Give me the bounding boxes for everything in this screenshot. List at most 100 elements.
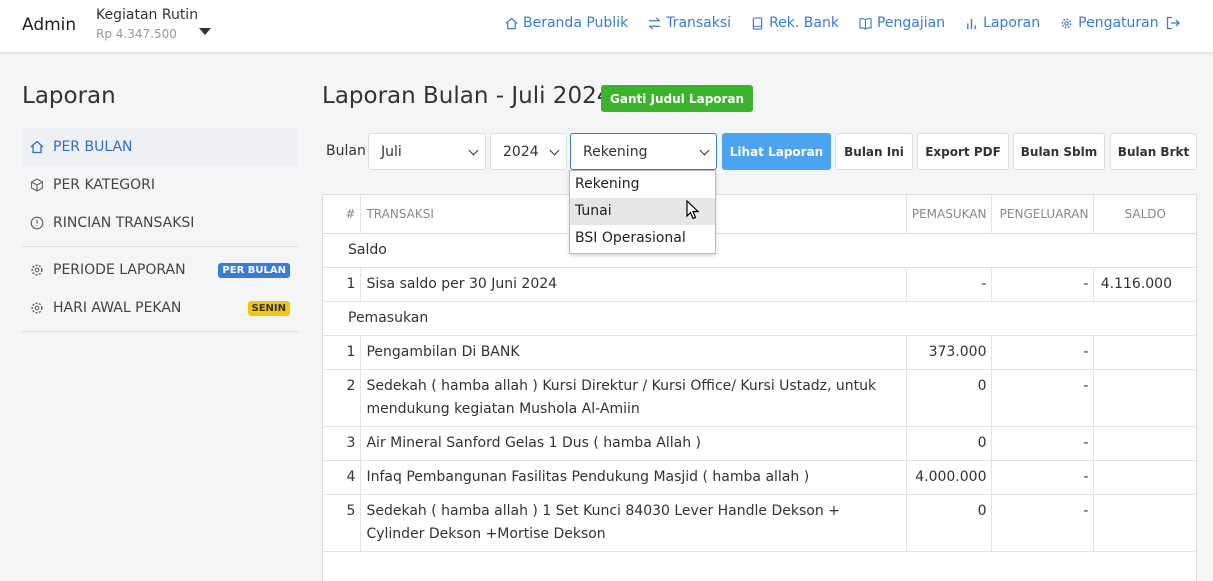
- row-balance: [1093, 335, 1196, 370]
- mouse-cursor-icon: [686, 200, 700, 220]
- section-row: Pemasukan: [323, 301, 1196, 336]
- row-income: 4.000.000: [906, 460, 993, 495]
- previous-month-button[interactable]: Bulan Sblm: [1013, 133, 1105, 170]
- account-balance: Rp 4.347.500: [96, 27, 177, 41]
- sidebar-item-label: HARI AWAL PEKAN: [53, 300, 182, 316]
- nav-link-label: Pengajian: [876, 15, 946, 31]
- nav-laporan[interactable]: Laporan: [965, 15, 1040, 31]
- sidebar-item-label: RINCIAN TRANSAKSI: [53, 215, 195, 231]
- logout-icon[interactable]: [1166, 16, 1180, 30]
- column-header-saldo: SALDO: [1093, 195, 1196, 234]
- table-row: 5 Sedekah ( hamba allah ) 1 Set Kunci 84…: [323, 494, 1196, 552]
- year-select-value: 2024: [503, 143, 539, 160]
- sidebar-item-periode-laporan[interactable]: PERIODE LAPORAN PER BULAN: [22, 251, 298, 289]
- row-expense: -: [991, 426, 1095, 461]
- row-description: Sedekah ( hamba allah ) Kursi Direktur /…: [360, 369, 907, 427]
- row-number: 1: [323, 335, 362, 370]
- account-select[interactable]: Rekening: [570, 133, 717, 170]
- row-description: Sedekah ( hamba allah ) 1 Set Kunci 8403…: [360, 494, 907, 552]
- row-balance: 4.116.000: [1093, 267, 1196, 302]
- table-header-row: # TRANSAKSI PEMASUKAN PENGELUARAN SALDO: [323, 195, 1196, 234]
- row-expense: -: [991, 369, 1095, 427]
- sidebar-item-label: PER BULAN: [53, 139, 133, 155]
- nav-link-label: Rek. Bank: [769, 15, 839, 31]
- account-select-value: Rekening: [583, 143, 648, 160]
- clock-icon: [30, 216, 44, 230]
- sidebar-item-per-kategori[interactable]: PER KATEGORI: [22, 166, 298, 204]
- nav-transaksi[interactable]: Transaksi: [648, 15, 731, 31]
- account-switcher[interactable]: Kegiatan Rutin Rp 4.347.500: [96, 7, 198, 41]
- section-title: Saldo: [323, 233, 1196, 268]
- open-book-icon: [859, 17, 872, 30]
- nav-link-label: Beranda Publik: [523, 15, 629, 31]
- row-income: 373.000: [906, 335, 993, 370]
- gear-icon: [31, 264, 43, 276]
- column-header-pengeluaran: PENGELUARAN: [991, 195, 1095, 234]
- filter-label: Bulan: [326, 143, 366, 159]
- table-row: 3 Air Mineral Sanford Gelas 1 Dus ( hamb…: [323, 426, 1196, 461]
- year-select[interactable]: 2024: [490, 133, 567, 170]
- sidebar-divider: [22, 246, 298, 247]
- brand-label[interactable]: Admin: [22, 15, 76, 35]
- month-select[interactable]: Juli: [368, 133, 486, 170]
- sidebar-item-hari-awal-pekan[interactable]: HARI AWAL PEKAN SENIN: [22, 289, 298, 327]
- row-expense: -: [991, 335, 1095, 370]
- caret-down-icon[interactable]: [199, 28, 211, 35]
- section-row: Saldo: [323, 233, 1196, 268]
- row-balance: [1093, 369, 1196, 427]
- row-balance: [1093, 460, 1196, 495]
- row-income: 0: [906, 494, 993, 552]
- week-start-badge: SENIN: [247, 300, 290, 316]
- chevron-down-icon: [549, 145, 560, 156]
- sidebar-divider: [22, 331, 298, 332]
- bar-chart-icon: [967, 18, 977, 29]
- nav-beranda-publik[interactable]: Beranda Publik: [505, 15, 628, 31]
- sidebar-item-per-bulan[interactable]: PER BULAN: [22, 128, 298, 166]
- nav-pengaturan[interactable]: Pengaturan: [1060, 15, 1159, 31]
- row-number: 3: [323, 426, 362, 461]
- row-description: Sisa saldo per 30 Juni 2024: [360, 267, 907, 302]
- month-select-value: Juli: [381, 143, 402, 160]
- table-row: 2 Sedekah ( hamba allah ) Kursi Direktur…: [323, 369, 1196, 427]
- this-month-button[interactable]: Bulan Ini: [835, 133, 913, 170]
- row-income: 0: [906, 369, 993, 427]
- rename-report-button[interactable]: Ganti Judul Laporan: [601, 85, 754, 112]
- gear-icon: [1061, 18, 1072, 28]
- account-name: Kegiatan Rutin: [96, 7, 199, 23]
- row-description: Pengambilan Di BANK: [360, 335, 907, 370]
- page-title: Laporan Bulan - Juli 2024: [322, 83, 612, 109]
- row-income: 0: [906, 426, 993, 461]
- sidebar-item-rincian-transaksi[interactable]: RINCIAN TRANSAKSI: [22, 204, 298, 242]
- section-title: Pemasukan: [323, 301, 1196, 336]
- column-header-no: #: [323, 195, 362, 234]
- row-expense: -: [991, 267, 1095, 302]
- table-row: 1 Sisa saldo per 30 Juni 2024 - - 4.116.…: [323, 267, 1196, 302]
- export-pdf-button[interactable]: Export PDF: [917, 133, 1009, 170]
- row-number: 4: [323, 460, 362, 495]
- table-row: 4 Infaq Pembangunan Fasilitas Pendukung …: [323, 460, 1196, 495]
- next-month-button[interactable]: Bulan Brkt: [1110, 133, 1197, 170]
- nav-rek-bank[interactable]: Rek. Bank: [751, 15, 839, 31]
- sidebar-item-label: PERIODE LAPORAN: [53, 262, 186, 278]
- row-number: 1: [323, 267, 362, 302]
- nav-link-label: Laporan: [983, 15, 1041, 31]
- row-expense: -: [991, 494, 1095, 552]
- nav-pengajian[interactable]: Pengajian: [859, 15, 945, 31]
- account-option-rekening[interactable]: Rekening: [570, 171, 715, 198]
- row-number: 5: [323, 494, 362, 552]
- row-income: -: [906, 267, 993, 302]
- home-icon: [505, 17, 518, 29]
- table-row: 1 Pengambilan Di BANK 373.000 -: [323, 335, 1196, 370]
- book-icon: [752, 16, 763, 30]
- nav-link-label: Transaksi: [666, 15, 732, 31]
- report-table: # TRANSAKSI PEMASUKAN PENGELUARAN SALDO …: [323, 195, 1196, 581]
- row-expense: -: [991, 460, 1095, 495]
- exchange-icon: [648, 17, 661, 29]
- row-description: Infaq Pembangunan Fasilitas Pendukung Ma…: [360, 460, 907, 495]
- account-option-bsi-operasional[interactable]: BSI Operasional: [570, 225, 715, 252]
- cube-icon: [30, 178, 44, 192]
- row-balance: [1093, 426, 1196, 461]
- view-report-button[interactable]: Lihat Laporan: [722, 133, 831, 170]
- nav-link-label: Pengaturan: [1078, 15, 1159, 31]
- sidebar-menu: PER BULAN PER KATEGORI RINCIAN TRANSAKSI…: [22, 128, 298, 336]
